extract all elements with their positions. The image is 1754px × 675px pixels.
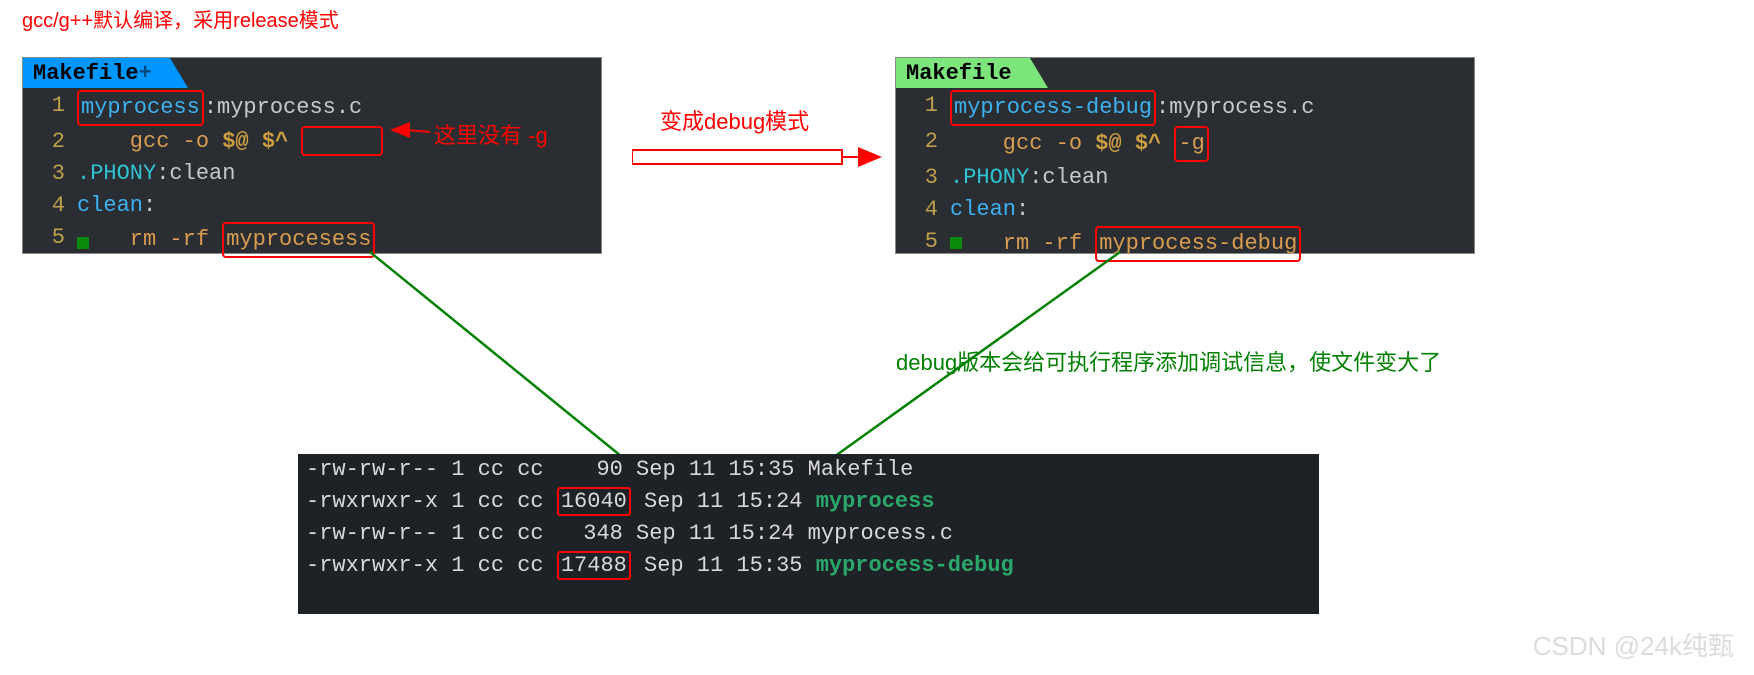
editor-makefile-debug: Makefile 1myprocess-debug:myprocess.c2 g…: [895, 57, 1475, 254]
watermark: CSDN @24k纯甄: [1533, 626, 1734, 663]
line-number: 4: [23, 190, 77, 222]
code-right: 1myprocess-debug:myprocess.c2 gcc -o $@ …: [896, 88, 1474, 262]
terminal-row: -rw-rw-r-- 1 cc cc 90 Sep 11 15:35 Makef…: [306, 454, 1311, 486]
code-left: 1myprocess:myprocess.c2 gcc -o $@ $^ 3.P…: [23, 88, 601, 258]
code-line: 4clean:: [23, 190, 601, 222]
line-content: clean:: [77, 190, 156, 222]
line-content: myprocess-debug:myprocess.c: [950, 90, 1314, 126]
line-number: 1: [896, 90, 950, 126]
code-line: 3.PHONY:clean: [896, 162, 1474, 194]
line-number: 1: [23, 90, 77, 126]
annotation-release-mode: gcc/g++默认编译，采用release模式: [22, 4, 339, 33]
cursor-marker-icon: [950, 237, 962, 249]
code-line: 5 rm -rf myprocesess: [23, 222, 601, 258]
code-line: 3.PHONY:clean: [23, 158, 601, 190]
annotation-debug-larger: debug版本会给可执行程序添加调试信息，使文件变大了: [896, 345, 1441, 377]
cursor-marker-icon: [77, 237, 89, 249]
tab-makefile-right[interactable]: Makefile: [896, 58, 1030, 88]
terminal-row: -rwxrwxr-x 1 cc cc 16040 Sep 11 15:24 my…: [306, 486, 1311, 518]
code-line: 1myprocess-debug:myprocess.c: [896, 90, 1474, 126]
terminal-row: -rw-rw-r-- 1 cc cc 348 Sep 11 15:24 mypr…: [306, 518, 1311, 550]
line-content: clean:: [950, 194, 1029, 226]
code-line: 5 rm -rf myprocess-debug: [896, 226, 1474, 262]
annotation-become-debug: 变成debug模式: [660, 104, 809, 136]
tab-makefile-left[interactable]: Makefile+: [23, 58, 170, 88]
line-content: gcc -o $@ $^: [77, 126, 383, 158]
annotation-no-g: 这里没有 -g: [434, 118, 548, 150]
line-number: 2: [23, 126, 77, 158]
line-number: 3: [896, 162, 950, 194]
line-number: 5: [23, 222, 77, 258]
line-content: gcc -o $@ $^ -g: [950, 126, 1209, 162]
line-content: .PHONY:clean: [77, 158, 235, 190]
editor-makefile-release: Makefile+ 1myprocess:myprocess.c2 gcc -o…: [22, 57, 602, 254]
code-line: 2 gcc -o $@ $^ -g: [896, 126, 1474, 162]
line-content: rm -rf myprocess-debug: [950, 226, 1301, 262]
terminal-row: -rwxrwxr-x 1 cc cc 17488 Sep 11 15:35 my…: [306, 550, 1311, 582]
line-content: myprocess:myprocess.c: [77, 90, 362, 126]
line-number: 3: [23, 158, 77, 190]
line-number: 4: [896, 194, 950, 226]
code-line: 4clean:: [896, 194, 1474, 226]
line-number: 5: [896, 226, 950, 262]
arrow-red-right-icon: [632, 138, 882, 178]
terminal-ls-output: -rw-rw-r-- 1 cc cc 90 Sep 11 15:35 Makef…: [298, 454, 1319, 614]
line-content: .PHONY:clean: [950, 162, 1108, 194]
line-content: rm -rf myprocesess: [77, 222, 375, 258]
line-number: 2: [896, 126, 950, 162]
